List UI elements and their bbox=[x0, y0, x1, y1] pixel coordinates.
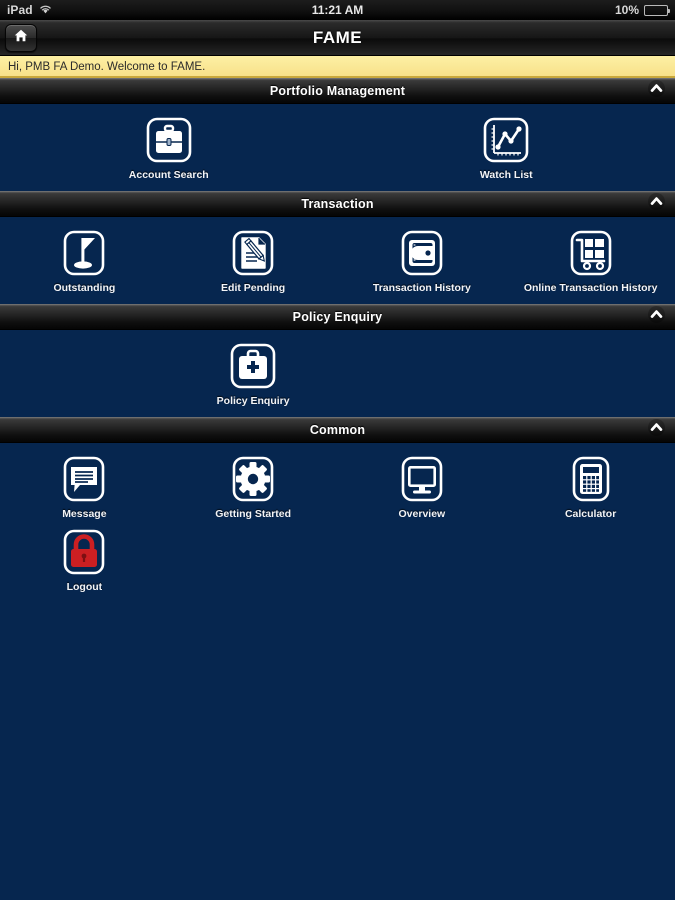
carrier-label: iPad bbox=[7, 3, 33, 17]
section-header-transaction[interactable]: Transaction bbox=[0, 191, 675, 217]
home-button[interactable] bbox=[5, 23, 37, 52]
tile-grid: Message Getting Started Overview Calcula… bbox=[0, 455, 675, 593]
tile-label: Getting Started bbox=[215, 508, 292, 520]
tile-transaction-history[interactable]: Transaction History bbox=[338, 229, 507, 294]
tile-logout[interactable]: Logout bbox=[0, 528, 169, 593]
tile-grid: Account Search Watch List bbox=[0, 116, 675, 181]
tile-edit-pending[interactable]: Edit Pending bbox=[169, 229, 338, 294]
welcome-banner: Hi, PMB FA Demo. Welcome to FAME. bbox=[0, 56, 675, 78]
calculator-icon bbox=[567, 455, 615, 503]
tile-outstanding[interactable]: Outstanding bbox=[0, 229, 169, 294]
battery-percent-label: 10% bbox=[614, 3, 639, 17]
tile-label: Transaction History bbox=[372, 282, 471, 294]
tile-watch-list[interactable]: Watch List bbox=[450, 116, 563, 181]
line-chart-icon bbox=[482, 116, 530, 164]
tile-policy-enquiry[interactable]: Policy Enquiry bbox=[169, 342, 338, 407]
tile-grid: Policy Enquiry bbox=[0, 342, 675, 407]
lock-icon bbox=[60, 528, 108, 576]
section-title: Policy Enquiry bbox=[292, 310, 383, 324]
tile-grid: Outstanding Edit Pending Transaction His… bbox=[0, 229, 675, 294]
tile-label: Policy Enquiry bbox=[216, 395, 290, 407]
chevron-up-icon[interactable] bbox=[648, 419, 665, 441]
section-title: Portfolio Management bbox=[269, 84, 406, 98]
chevron-up-icon[interactable] bbox=[648, 80, 665, 102]
section-title: Common bbox=[309, 423, 366, 437]
tile-overview[interactable]: Overview bbox=[338, 455, 507, 520]
status-bar-right: 10% bbox=[614, 3, 670, 17]
tile-message[interactable]: Message bbox=[0, 455, 169, 520]
section-panel-portfolio-management: Account Search Watch List bbox=[0, 104, 675, 191]
tile-calculator[interactable]: Calculator bbox=[506, 455, 675, 520]
tile-getting-started[interactable]: Getting Started bbox=[169, 455, 338, 520]
clock: 11:21 AM bbox=[311, 3, 364, 17]
tile-label: Edit Pending bbox=[221, 282, 286, 294]
tile-label: Watch List bbox=[479, 169, 533, 181]
tile-label: Logout bbox=[66, 581, 103, 593]
home-icon bbox=[14, 29, 28, 47]
nav-bar: FAME bbox=[0, 20, 675, 56]
section-panel-transaction: Outstanding Edit Pending Transaction His… bbox=[0, 217, 675, 304]
tile-label: Message bbox=[62, 508, 107, 520]
document-pencil-icon bbox=[229, 229, 277, 277]
chevron-up-icon[interactable] bbox=[648, 193, 665, 215]
wallet-icon bbox=[398, 229, 446, 277]
tile-label: Overview bbox=[398, 508, 446, 520]
tile-online-transaction-history[interactable]: Online Transaction History bbox=[506, 229, 675, 294]
gear-icon bbox=[229, 455, 277, 503]
briefcase-icon bbox=[145, 116, 193, 164]
tile-label: Outstanding bbox=[53, 282, 116, 294]
status-bar: iPad 11:21 AM 10% bbox=[0, 0, 675, 20]
medical-bag-icon bbox=[229, 342, 277, 390]
flag-icon bbox=[60, 229, 108, 277]
sections-container: Portfolio Management Account Search Watc… bbox=[0, 78, 675, 603]
tile-account-search[interactable]: Account Search bbox=[113, 116, 226, 181]
section-header-portfolio-management[interactable]: Portfolio Management bbox=[0, 78, 675, 104]
shopping-cart-icon bbox=[567, 229, 615, 277]
section-header-policy-enquiry[interactable]: Policy Enquiry bbox=[0, 304, 675, 330]
monitor-icon bbox=[398, 455, 446, 503]
section-panel-common: Message Getting Started Overview Calcula… bbox=[0, 443, 675, 603]
page-title: FAME bbox=[312, 27, 363, 47]
section-panel-policy-enquiry: Policy Enquiry bbox=[0, 330, 675, 417]
section-title: Transaction bbox=[301, 197, 374, 211]
wifi-icon bbox=[39, 3, 52, 17]
tile-label: Calculator bbox=[564, 508, 617, 520]
battery-icon bbox=[644, 4, 670, 16]
speech-bubble-icon bbox=[60, 455, 108, 503]
chevron-up-icon[interactable] bbox=[648, 306, 665, 328]
section-header-common[interactable]: Common bbox=[0, 417, 675, 443]
status-bar-left: iPad bbox=[7, 3, 52, 17]
tile-label: Online Transaction History bbox=[523, 282, 658, 294]
tile-label: Account Search bbox=[128, 169, 209, 181]
